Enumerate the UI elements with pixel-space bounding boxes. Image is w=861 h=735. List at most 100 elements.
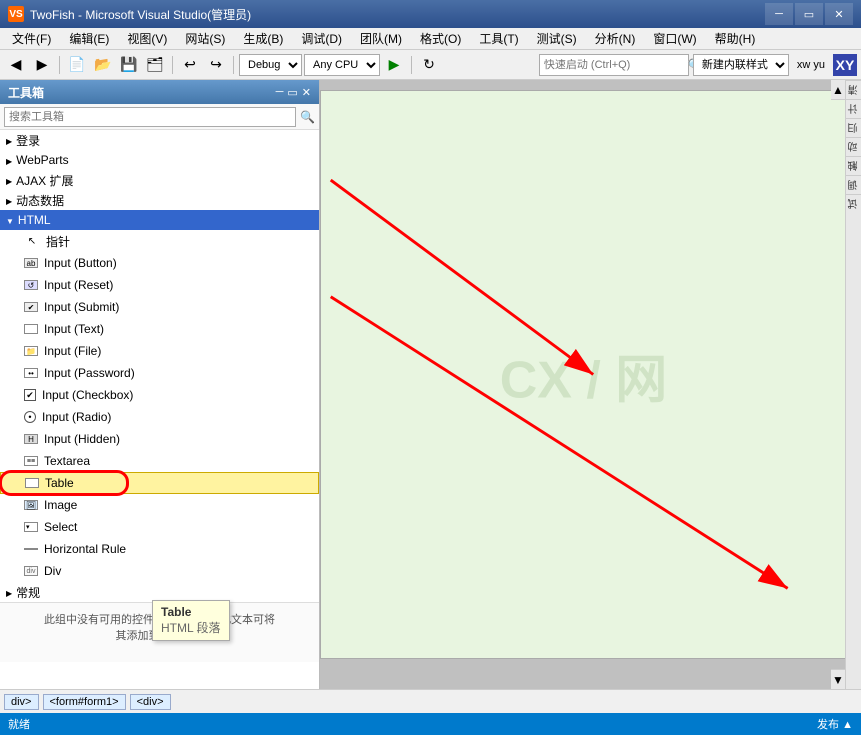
design-canvas[interactable]: CX / 网 bbox=[320, 90, 847, 659]
run-button[interactable]: ▶ bbox=[382, 53, 406, 77]
redo-button[interactable]: ↪ bbox=[204, 53, 228, 77]
item-hr-label: Horizontal Rule bbox=[44, 542, 126, 556]
toolbox-item-table[interactable]: Table bbox=[0, 472, 319, 494]
toolbox-item-hr[interactable]: Horizontal Rule bbox=[0, 538, 319, 560]
toolbox-item-select[interactable]: ▾ Select bbox=[0, 516, 319, 538]
toolbox-item-input-radio[interactable]: • Input (Radio) bbox=[0, 406, 319, 428]
toolbox-item-input-hidden[interactable]: H Input (Hidden) bbox=[0, 428, 319, 450]
tag-div-start[interactable]: <div> bbox=[130, 694, 171, 710]
right-tab-2[interactable]: 计 bbox=[846, 99, 861, 118]
scrollbar-up-button[interactable]: ▲ bbox=[831, 80, 845, 100]
input-button-icon: ab bbox=[24, 258, 38, 268]
design-area: CX / 网 清 计 归 动 触 调 试 bbox=[320, 80, 861, 689]
toolbar-separator-2 bbox=[172, 56, 173, 74]
right-tab-6[interactable]: 调 bbox=[846, 175, 861, 194]
toolbox-item-textarea[interactable]: ≡≡ Textarea bbox=[0, 450, 319, 472]
tag-form-form1[interactable]: <form#form1> bbox=[43, 694, 126, 710]
save-all-button[interactable]: 🗂 bbox=[143, 53, 167, 77]
right-sidebar: 清 计 归 动 触 调 试 bbox=[845, 80, 861, 689]
item-textarea-label: Textarea bbox=[44, 454, 90, 468]
toolbox-search-input[interactable] bbox=[4, 107, 296, 127]
style-select[interactable]: 新建内联样式 bbox=[693, 54, 789, 76]
chevron-right-icon-3 bbox=[6, 173, 12, 187]
minimize-button[interactable]: ─ bbox=[765, 3, 793, 25]
toolbox-item-input-password[interactable]: •• Input (Password) bbox=[0, 362, 319, 384]
toolbox-group-ajax[interactable]: AJAX 扩展 bbox=[0, 170, 319, 190]
menu-test[interactable]: 测试(S) bbox=[529, 29, 585, 49]
menu-format[interactable]: 格式(O) bbox=[412, 29, 469, 49]
toolbox-item-input-submit[interactable]: ✔ Input (Submit) bbox=[0, 296, 319, 318]
scrollbar-down-button[interactable]: ▼ bbox=[831, 669, 845, 689]
chevron-down-icon bbox=[6, 213, 14, 227]
tooltip-title: Table bbox=[161, 605, 221, 619]
toolbox-group-html[interactable]: HTML bbox=[0, 210, 319, 230]
toolbox-close-button[interactable]: ✕ bbox=[302, 86, 311, 99]
group-webparts-label: WebParts bbox=[16, 153, 68, 167]
toolbox-group-general[interactable]: 常规 bbox=[0, 582, 319, 602]
toolbox-item-pointer[interactable]: ↖ 指针 bbox=[0, 230, 319, 252]
new-button[interactable]: 📄 bbox=[65, 53, 89, 77]
group-dynamic-label: 动态数据 bbox=[16, 192, 64, 209]
toolbox-item-input-file[interactable]: 📁 Input (File) bbox=[0, 340, 319, 362]
hr-icon bbox=[24, 544, 38, 554]
toolbox-item-input-text[interactable]: Input (Text) bbox=[0, 318, 319, 340]
forward-button[interactable]: ▶ bbox=[30, 53, 54, 77]
menu-team[interactable]: 团队(M) bbox=[352, 29, 410, 49]
item-pointer-label: 指针 bbox=[46, 233, 70, 250]
menu-build[interactable]: 生成(B) bbox=[235, 29, 291, 49]
back-button[interactable]: ◀ bbox=[4, 53, 28, 77]
design-watermark: CX / 网 bbox=[500, 337, 668, 412]
close-button[interactable]: ✕ bbox=[825, 3, 853, 25]
toolbar-separator-4 bbox=[411, 56, 412, 74]
menu-debug[interactable]: 调试(D) bbox=[293, 29, 350, 49]
debug-config-select[interactable]: Debug bbox=[239, 54, 302, 76]
group-general-label: 常规 bbox=[16, 584, 40, 601]
toolbox-group-webparts[interactable]: WebParts bbox=[0, 150, 319, 170]
toolbox-panel: 工具箱 ─ ▭ ✕ 🔍 登录 WebParts bbox=[0, 80, 320, 689]
toolbox-dock-button[interactable]: ▭ bbox=[287, 86, 297, 99]
menu-view[interactable]: 视图(V) bbox=[119, 29, 175, 49]
right-tab-4[interactable]: 动 bbox=[846, 137, 861, 156]
toolbox-item-image[interactable]: 🖼 Image bbox=[0, 494, 319, 516]
toolbox-group-login[interactable]: 登录 bbox=[0, 130, 319, 150]
user-label: xw yu bbox=[793, 59, 829, 71]
right-tab-5[interactable]: 触 bbox=[846, 156, 861, 175]
toolbox-group-dynamic[interactable]: 动态数据 bbox=[0, 190, 319, 210]
input-submit-icon: ✔ bbox=[24, 302, 38, 312]
input-radio-icon: • bbox=[24, 411, 36, 423]
tooltip-description: HTML 段落 bbox=[161, 619, 221, 636]
menu-window[interactable]: 窗口(W) bbox=[645, 29, 704, 49]
toolbox-item-input-reset[interactable]: ↺ Input (Reset) bbox=[0, 274, 319, 296]
cpu-select[interactable]: Any CPU bbox=[304, 54, 380, 76]
right-tab-3[interactable]: 归 bbox=[846, 118, 861, 137]
save-button[interactable]: 💾 bbox=[117, 53, 141, 77]
quick-launch-search[interactable]: 🔍 bbox=[539, 54, 689, 76]
toolbox-item-div[interactable]: div Div bbox=[0, 560, 319, 582]
tag-div-end[interactable]: div> bbox=[4, 694, 39, 710]
table-icon bbox=[25, 478, 39, 488]
toolbox-search-bar: 🔍 bbox=[0, 104, 319, 130]
menu-website[interactable]: 网站(S) bbox=[177, 29, 233, 49]
quick-launch-input[interactable] bbox=[544, 59, 686, 71]
toolbox-item-input-button[interactable]: ab Input (Button) bbox=[0, 252, 319, 274]
toolbox-item-input-checkbox[interactable]: ✔ Input (Checkbox) bbox=[0, 384, 319, 406]
menu-analyze[interactable]: 分析(N) bbox=[587, 29, 644, 49]
right-tab-7[interactable]: 试 bbox=[846, 194, 861, 213]
toolbar-separator-3 bbox=[233, 56, 234, 74]
tooltip-popup: Table HTML 段落 bbox=[152, 600, 230, 641]
restore-button[interactable]: ▭ bbox=[795, 3, 823, 25]
undo-button[interactable]: ↩ bbox=[178, 53, 202, 77]
user-avatar[interactable]: XY bbox=[833, 54, 857, 76]
menu-file[interactable]: 文件(F) bbox=[4, 29, 59, 49]
publish-button[interactable]: 发布 ▲ bbox=[817, 716, 853, 732]
menu-tools[interactable]: 工具(T) bbox=[471, 29, 526, 49]
menu-edit[interactable]: 编辑(E) bbox=[61, 29, 117, 49]
title-bar-controls: ─ ▭ ✕ bbox=[765, 3, 853, 25]
refresh-button[interactable]: ↻ bbox=[417, 53, 441, 77]
toolbox-pin-button[interactable]: ─ bbox=[276, 86, 284, 99]
right-tab-1[interactable]: 清 bbox=[846, 80, 861, 99]
item-input-hidden-label: Input (Hidden) bbox=[44, 432, 120, 446]
open-button[interactable]: 📂 bbox=[91, 53, 115, 77]
menu-help[interactable]: 帮助(H) bbox=[707, 29, 764, 49]
item-select-label: Select bbox=[44, 520, 77, 534]
